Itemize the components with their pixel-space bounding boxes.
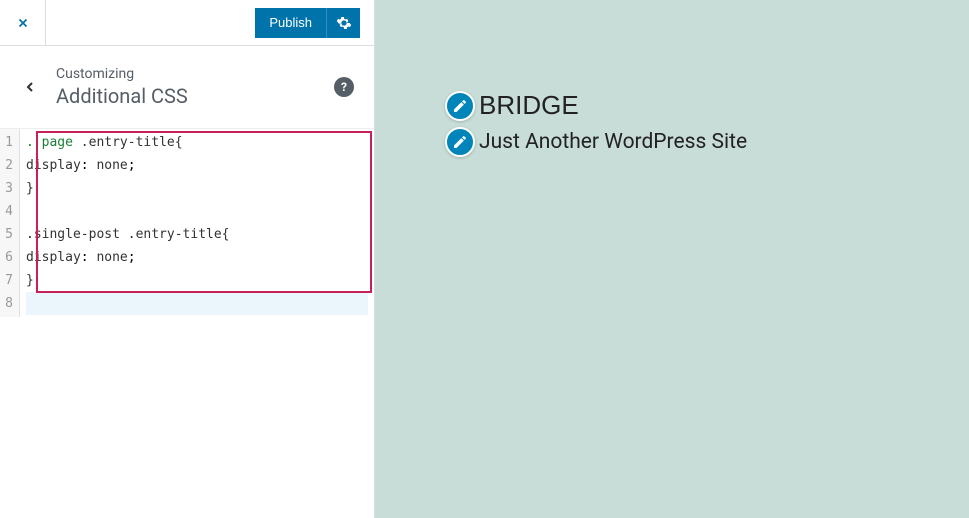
line-number: 7 — [4, 269, 13, 292]
section-title: Additional CSS — [56, 84, 334, 108]
site-title-row: BRIDGE — [445, 90, 949, 121]
section-header: Customizing Additional CSS ? — [0, 46, 374, 129]
line-number: 3 — [4, 177, 13, 200]
line-number: 2 — [4, 154, 13, 177]
close-icon — [16, 16, 30, 30]
back-button[interactable] — [10, 67, 50, 107]
gear-icon — [336, 15, 352, 31]
line-number: 5 — [4, 223, 13, 246]
section-subtitle: Customizing — [56, 66, 334, 82]
code-line[interactable]: . page .entry-title{ — [26, 131, 368, 154]
code-line[interactable]: } — [26, 269, 368, 292]
line-number: 1 — [4, 131, 13, 154]
site-tagline-row: Just Another WordPress Site — [445, 127, 949, 157]
code-line[interactable]: display: none; — [26, 246, 368, 269]
line-number: 8 — [4, 292, 13, 315]
line-number: 6 — [4, 246, 13, 269]
code-content[interactable]: . page .entry-title{display: none;}.sing… — [20, 129, 374, 317]
help-button[interactable]: ? — [334, 77, 354, 97]
line-gutter: 12345678 — [0, 129, 20, 317]
pencil-icon — [452, 98, 468, 114]
line-number: 4 — [4, 200, 13, 223]
publish-button[interactable]: Publish — [255, 8, 326, 38]
code-line[interactable] — [26, 200, 368, 223]
css-editor-area: 12345678 . page .entry-title{display: no… — [0, 129, 374, 518]
customizer-topbar: Publish — [0, 0, 374, 46]
css-code-editor[interactable]: 12345678 . page .entry-title{display: no… — [0, 129, 374, 317]
close-customizer-button[interactable] — [0, 0, 46, 46]
customizer-sidebar: Publish Customizing Additional CSS ? 123… — [0, 0, 375, 518]
code-line[interactable]: } — [26, 177, 368, 200]
code-line[interactable] — [26, 292, 368, 315]
publish-settings-button[interactable] — [326, 8, 360, 38]
code-line[interactable]: .single-post .entry-title{ — [26, 223, 368, 246]
code-line[interactable]: display: none; — [26, 154, 368, 177]
edit-site-title-button[interactable] — [445, 91, 475, 121]
pencil-icon — [452, 134, 468, 150]
site-preview: BRIDGE Just Another WordPress Site — [375, 0, 969, 518]
site-tagline[interactable]: Just Another WordPress Site — [479, 130, 747, 154]
site-title[interactable]: BRIDGE — [479, 90, 579, 121]
edit-tagline-button[interactable] — [445, 127, 475, 157]
chevron-left-icon — [22, 79, 38, 95]
